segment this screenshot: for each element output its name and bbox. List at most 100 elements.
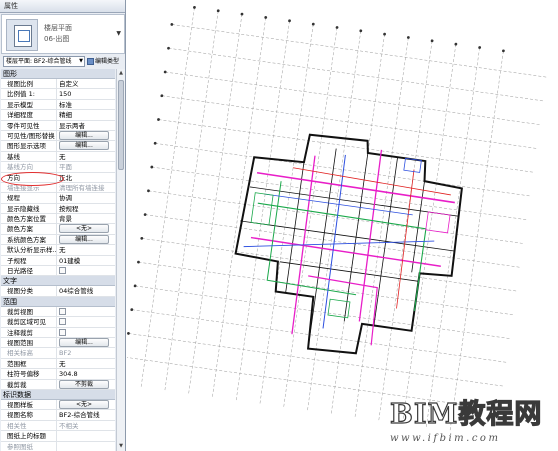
scroll-up-arrow-icon[interactable]: ▲: [117, 69, 125, 78]
property-value[interactable]: 按规程: [57, 204, 115, 213]
chevron-down-icon[interactable]: ▼: [116, 30, 121, 37]
property-value: 不剪裁: [57, 379, 115, 389]
grid-bubble: [406, 36, 410, 39]
property-row: 视图比例 自定义: [1, 79, 115, 90]
instance-row: 楼层平面: BF2-综合管线 ▼ 编辑类型: [1, 56, 125, 68]
mep-pipe: [396, 169, 415, 309]
property-value[interactable]: 标准: [57, 100, 115, 109]
property-edit-button[interactable]: 编辑...: [59, 141, 109, 151]
property-value[interactable]: 背景: [57, 214, 115, 223]
floor-plan-drawing: [127, 6, 549, 433]
instance-select-value: 楼层平面: BF2-综合管线: [6, 58, 72, 65]
property-key: 注释裁剪: [1, 327, 57, 337]
property-row: 子规程 01建模: [1, 255, 115, 267]
edit-type-icon: [87, 58, 94, 65]
grid-line: [449, 50, 504, 433]
property-checkbox[interactable]: [59, 318, 66, 326]
grid-bubble: [288, 19, 291, 23]
watermark: BIM教程网 www.ifbim.com: [388, 399, 556, 451]
edit-type-button[interactable]: 编辑类型: [87, 56, 123, 67]
grid-bubble: [216, 9, 220, 13]
scroll-thumb[interactable]: [118, 80, 124, 170]
property-value: 编辑...: [57, 337, 115, 347]
grid-bubble: [137, 260, 140, 264]
property-key: 系统颜色方案: [1, 234, 57, 245]
property-value[interactable]: 无: [57, 359, 115, 368]
property-key: 详细程度: [1, 110, 57, 120]
property-key: 视图比例: [1, 79, 57, 89]
grid-bubble: [193, 6, 196, 9]
property-value: 编辑...: [57, 130, 115, 140]
type-family-label: 楼层平面: [44, 24, 72, 32]
type-selector[interactable]: 楼层平面 06-出图 ▼: [1, 14, 125, 54]
mep-pipe: [257, 202, 427, 312]
property-key: 可见性/图形替换: [1, 130, 57, 141]
grid-line: [140, 7, 195, 389]
property-edit-button[interactable]: <无>: [59, 224, 109, 234]
grid-bubble: [478, 46, 482, 49]
property-edit-button[interactable]: 不剪裁: [59, 379, 109, 389]
property-key: 相关性: [1, 420, 57, 431]
equipment-block: [403, 157, 422, 173]
property-value[interactable]: BF2-综合管线: [57, 410, 115, 419]
property-key: 裁剪视图: [1, 306, 57, 317]
property-value: 不相关: [59, 421, 79, 430]
property-row: 基线无: [1, 151, 115, 163]
property-scrollbar[interactable]: ▲ ▼: [116, 69, 125, 451]
property-row: 相关性 不相关: [1, 420, 115, 432]
chevron-down-icon[interactable]: ▼: [79, 57, 83, 66]
property-checkbox[interactable]: [59, 328, 66, 336]
property-value: [57, 442, 115, 451]
group-header[interactable]: 图形: [1, 69, 115, 79]
property-value[interactable]: [57, 431, 115, 440]
property-row: 范围框无: [1, 358, 115, 370]
property-value[interactable]: 精细: [57, 110, 115, 119]
grid-bubble: [163, 70, 167, 74]
property-value: 平面: [59, 163, 72, 172]
property-row: 默认分析显示样... 无: [1, 245, 115, 256]
group-header[interactable]: 文字: [1, 276, 115, 287]
instance-select[interactable]: 楼层平面: BF2-综合管线 ▼: [3, 56, 85, 67]
grid-line: [378, 40, 433, 423]
property-row: 相关标高 BF2: [1, 348, 115, 359]
property-value[interactable]: 自定义: [57, 79, 115, 88]
property-row: 视图分类 04综合管线: [1, 286, 115, 297]
property-edit-button[interactable]: 编辑...: [59, 337, 109, 347]
property-row: 图纸上的标题: [1, 431, 115, 442]
property-value[interactable]: 无: [57, 152, 115, 161]
floor-plan-sheet-icon: [6, 19, 38, 51]
property-value[interactable]: 显示两者: [57, 121, 115, 130]
property-edit-button[interactable]: 编辑...: [59, 130, 109, 140]
property-row: 比例值 1: 150: [1, 89, 115, 100]
property-value[interactable]: 01建模: [57, 256, 115, 265]
grid-bubble: [133, 284, 137, 288]
property-edit-button[interactable]: 编辑...: [59, 234, 109, 244]
property-edit-button[interactable]: <无>: [59, 399, 109, 409]
property-checkbox[interactable]: [59, 307, 66, 315]
property-value: [57, 266, 115, 275]
scroll-down-arrow-icon[interactable]: ▼: [117, 442, 125, 451]
property-value[interactable]: 04综合管线: [57, 286, 115, 295]
property-value[interactable]: 无: [57, 245, 115, 254]
property-value[interactable]: 正北: [57, 173, 115, 182]
property-row: 裁剪视图: [1, 306, 115, 318]
property-value[interactable]: 304.8: [57, 369, 115, 378]
grid-bubble: [502, 49, 505, 53]
drawing-canvas[interactable]: [127, 0, 558, 451]
property-checkbox[interactable]: [59, 267, 66, 275]
grid-bubble: [170, 23, 174, 26]
grid-line: [164, 10, 219, 393]
grid-bubble: [454, 42, 458, 46]
grid-line: [128, 333, 505, 387]
property-key: 日光路径: [1, 266, 57, 276]
group-header[interactable]: 标识数据: [1, 389, 115, 400]
grid-line: [259, 24, 314, 406]
grid-bubble: [130, 308, 134, 312]
group-header[interactable]: 范围: [1, 296, 115, 307]
property-value[interactable]: 协调: [57, 193, 115, 202]
property-key: 柱符号偏移: [1, 369, 57, 379]
grid-bubble: [127, 332, 130, 335]
property-value[interactable]: 150: [57, 89, 115, 98]
grid-bubble: [167, 46, 170, 50]
property-row: 零件可见性 显示两者: [1, 120, 115, 131]
